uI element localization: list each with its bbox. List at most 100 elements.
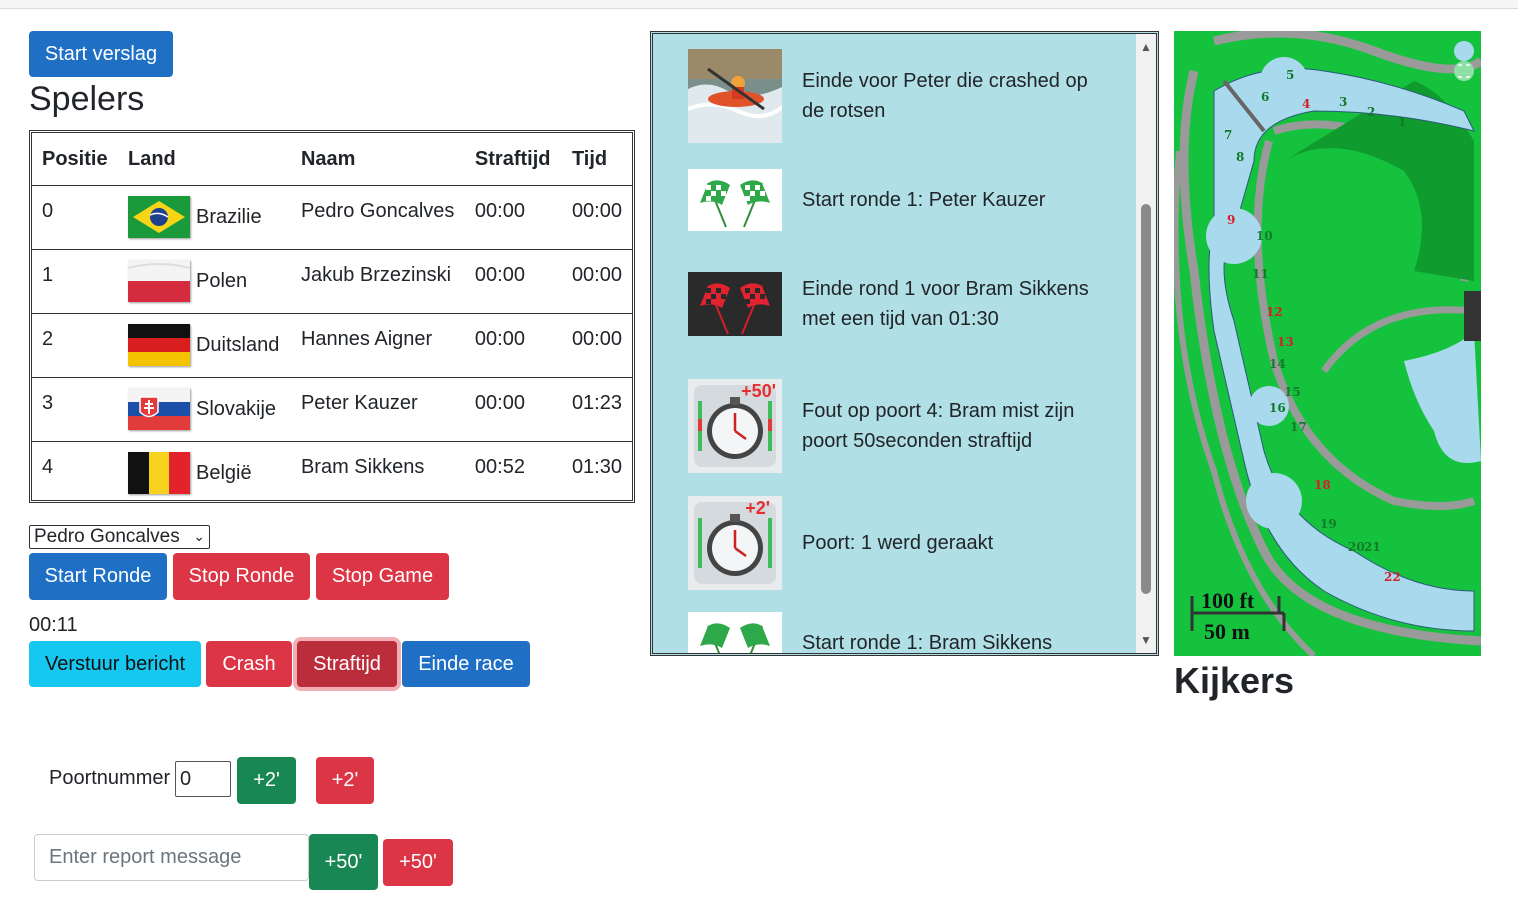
position-cell: 1 [32,249,118,314]
feed-item-text: Fout op poort 4: Bram mist zijn poort 50… [802,400,1075,452]
scroll-up-icon[interactable]: ▲ [1140,40,1152,54]
table-row: 2 Duitsland Hannes Aigner 00:00 00:00 [32,313,632,378]
penalty-cell: 00:00 [464,185,562,250]
gate-number-label: Poortnummer [49,767,171,789]
country-cell: Polen [117,249,291,314]
green-checkered-flags-icon [688,169,782,231]
gate-number-16: 16 [1269,401,1286,415]
flag-slovakia-icon [127,388,190,430]
gate-number-4: 4 [1302,97,1310,111]
stop-round-button[interactable]: Stop Ronde [173,553,310,600]
plus50-red-button[interactable]: +50' [383,839,453,886]
report-message-input[interactable]: Enter report message [34,834,309,881]
gate-number-1: 1 [1398,115,1406,129]
plus50-green-button[interactable]: +50' [309,834,378,890]
end-race-button[interactable]: Einde race [402,641,530,687]
stopwatch-plus50-icon: +50' [688,379,782,473]
viewers-title: Kijkers [1174,660,1295,701]
table-row: 4 België Bram Sikkens 00:52 01:30 [32,442,632,506]
gate-number-6: 6 [1261,90,1269,104]
red-checkered-flags-icon [688,272,782,336]
flag-germany-icon [127,324,190,366]
flag-brazil-icon [127,196,190,238]
gate-number-11: 11 [1252,267,1269,281]
time-cell: 01:23 [561,377,632,442]
feed-item-text: Start ronde 1: Bram Sikkens [802,632,1053,654]
time-cell: 00:00 [561,249,632,314]
name-cell: Hannes Aigner [290,313,465,378]
start-round-button[interactable]: Start Ronde [29,553,167,600]
plus2-red-button[interactable]: +2' [316,757,374,804]
gate-number-3: 3 [1339,95,1347,109]
penalty-cell: 00:52 [474,456,525,478]
gate-number-21: 21 [1364,540,1381,554]
penalty-badge: +2' [745,498,770,518]
gate-number-2: 2 [1367,105,1375,119]
country-cell: Brazilie [117,185,291,250]
country-name: Polen [195,269,248,292]
plus2-green-button[interactable]: +2' [237,757,296,804]
gate-number-15: 15 [1284,385,1301,399]
column-header-country: Land [117,133,291,186]
gate-number-20: 20 [1348,540,1365,554]
penalty-cell: 00:00 [464,249,562,314]
country-cell: België [118,442,291,506]
feed-item-text: Einde rond 1 voor Bram Sikkens met een t… [802,278,1089,330]
players-title: Spelers [29,80,145,118]
scrollbar-thumb[interactable] [1141,204,1151,594]
course-map-image: 1234567891011121314151617181920 2122 100 … [1174,31,1481,656]
gate-number-10: 10 [1256,229,1273,243]
feed-item: Start ronde 1: Bram Sikkens [688,612,1092,654]
gate-number-14: 14 [1269,357,1286,371]
scroll-down-icon[interactable]: ▼ [1140,633,1152,647]
penalty-cell: 00:00 [464,377,562,442]
gate-number-12: 12 [1266,305,1283,319]
country-name: Slovakije [195,397,277,420]
column-header-position: Positie [32,133,118,186]
crash-button[interactable]: Crash [206,641,292,687]
time-cell: 01:30 [571,456,622,478]
position-cell: 0 [32,185,118,250]
penalty-badge: +50' [741,381,776,401]
gate-number-8: 8 [1236,150,1244,164]
feed-item: +2' Poort: 1 werd geraakt [688,496,1092,590]
country-name: Duitsland [195,333,280,356]
chevron-down-icon: ⌄ [193,528,205,544]
table-header-row: Positie Land Naam Straftijd Tijd [32,133,632,186]
country-cell: Duitsland [117,313,291,378]
table-row: 3 Slovakije Peter Kauzer 00:00 01:23 [32,377,632,442]
gate-number-22: 22 [1384,570,1401,584]
column-header-name: Naam [290,133,465,186]
penalty-button[interactable]: Straftijd [297,641,397,687]
report-feed[interactable]: Einde voor Peter die crashed op de rotse… [650,31,1159,656]
player-select-value: Pedro Goncalves [34,526,180,547]
name-cell: Peter Kauzer [290,377,465,442]
feed-item: Start ronde 1: Peter Kauzer [688,169,1092,231]
start-report-button[interactable]: Start verslag [29,31,173,77]
feed-item: Einde rond 1 voor Bram Sikkens met een t… [688,272,1092,336]
gate-number-17: 17 [1290,420,1307,434]
country-cell: Slovakije [117,377,291,442]
flag-belgium-icon [127,452,190,494]
country-name: Brazilie [195,205,262,228]
gate-number-input[interactable]: 0 [175,761,231,797]
table-row: 0 Brazilie Pedro Goncalves 00:00 00:00 [32,185,632,250]
stop-game-button[interactable]: Stop Game [316,553,449,600]
gate-number-5: 5 [1286,68,1294,82]
scale-ft-label: 100 ft [1201,588,1255,613]
send-message-button[interactable]: Verstuur bericht [29,641,201,687]
feed-item-text: Poort: 1 werd geraakt [802,532,994,554]
feed-item: Einde voor Peter die crashed op de rotse… [688,49,1092,143]
gate-number-18: 18 [1314,478,1331,492]
flag-poland-icon [127,260,190,302]
course-map: 1 2 3 4 5 6 7 8 9 10 11 12 13 14 15 16 17 18 19 20 21 22 100 … [1174,31,1481,656]
column-header-penalty: Straftijd [464,133,562,186]
feed-item: +50' Fout op poort 4: Bram mist zijn poo… [688,379,1092,473]
feed-item-text: Einde voor Peter die crashed op de rotse… [802,70,1088,122]
name-cell: Bram Sikkens [300,456,425,478]
time-cell: 00:00 [561,185,632,250]
position-cell: 2 [32,313,118,378]
player-select[interactable]: Pedro Goncalves ⌄ [29,525,210,549]
name-cell: Pedro Goncalves [290,185,465,250]
feed-scrollbar[interactable]: ▲ ▼ [1136,34,1156,653]
